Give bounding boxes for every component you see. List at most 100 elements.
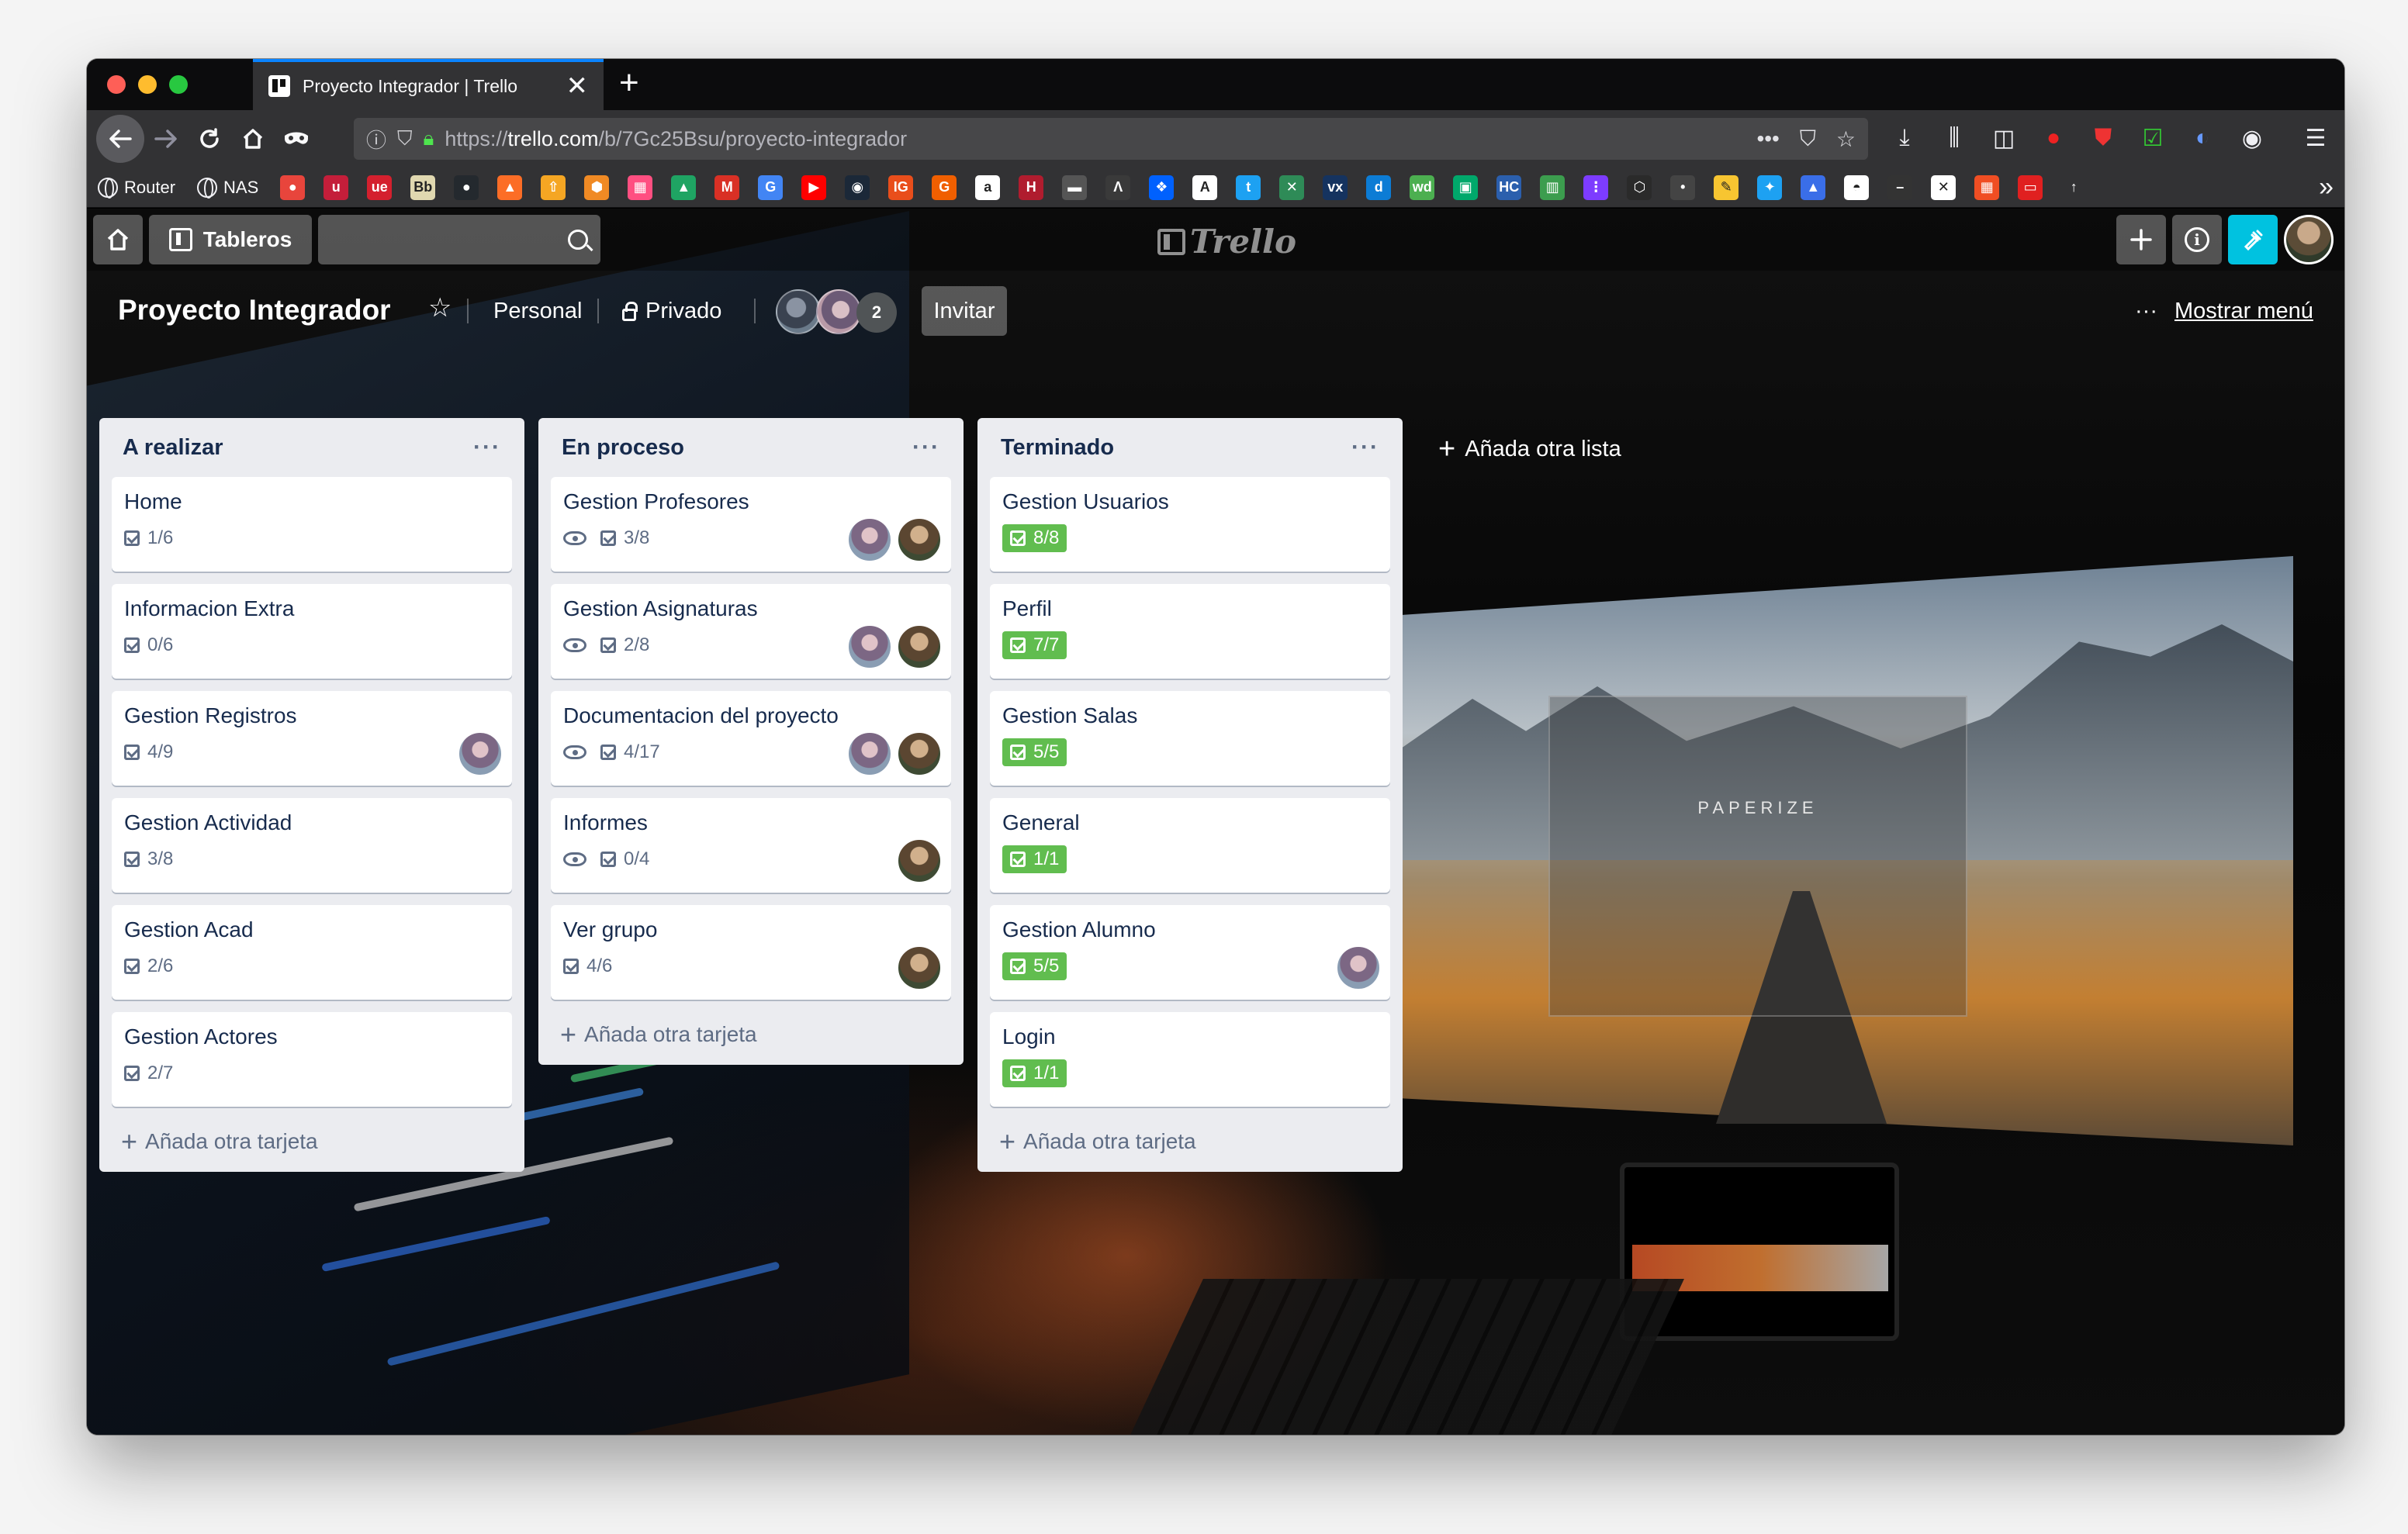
- add-card-button[interactable]: + Añada otra tarjeta: [990, 1119, 1390, 1164]
- add-card-button[interactable]: + Añada otra tarjeta: [551, 1012, 951, 1057]
- vx-icon[interactable]: vx: [1323, 174, 1348, 200]
- arrow-up-icon[interactable]: ↑: [2061, 174, 2087, 200]
- board-member-avatar[interactable]: [816, 289, 861, 334]
- member-avatar[interactable]: [458, 731, 503, 776]
- extension-badge-icon[interactable]: ●: [2036, 116, 2071, 160]
- chart-icon[interactable]: ▥: [1540, 174, 1566, 200]
- github-icon[interactable]: ●: [454, 174, 479, 200]
- member-avatar[interactable]: [897, 731, 942, 776]
- trello-home-button[interactable]: [93, 215, 143, 264]
- drop-icon[interactable]: ▲: [1801, 174, 1826, 200]
- notifications-button[interactable]: [2228, 215, 2278, 264]
- wd-icon[interactable]: wd: [1410, 174, 1435, 200]
- list-column[interactable]: En proceso ··· Gestion Profesores 3/8 Gestio…: [538, 418, 964, 1065]
- invite-button[interactable]: Invitar: [922, 286, 1007, 336]
- card[interactable]: Informes 0/4: [551, 798, 951, 893]
- boards-button[interactable]: Tableros: [149, 215, 312, 264]
- list-title[interactable]: Terminado: [1001, 435, 1114, 461]
- account-icon[interactable]: ◉: [2234, 116, 2270, 160]
- minimize-window-button[interactable]: [138, 75, 157, 94]
- ue-icon[interactable]: ue: [367, 174, 393, 200]
- url-bar[interactable]: ⓘ ⛉ 🔒︎ https://trello.com/b/7Gc25Bsu/pro…: [354, 118, 1868, 160]
- ublock-icon[interactable]: ⛊: [2085, 116, 2121, 160]
- member-avatar[interactable]: [847, 731, 892, 776]
- info-button[interactable]: i: [2172, 215, 2222, 264]
- card[interactable]: Gestion Usuarios 8/8: [990, 477, 1390, 572]
- add-card-button[interactable]: + Añada otra tarjeta: [112, 1119, 512, 1164]
- member-avatar[interactable]: [847, 624, 892, 669]
- checkmark-extension-icon[interactable]: ☑: [2135, 116, 2171, 160]
- hex-icon[interactable]: ⬢: [584, 174, 610, 200]
- tracking-shield-icon[interactable]: ⛉: [397, 126, 413, 151]
- back-button[interactable]: [96, 115, 144, 163]
- youtube-icon[interactable]: ▶: [801, 174, 827, 200]
- u-icon[interactable]: u: [323, 174, 349, 200]
- bookmark-nas[interactable]: NAS: [197, 177, 258, 199]
- list-column[interactable]: A realizar ··· Home 1/6 Informacion Extra 0/6…: [99, 418, 524, 1172]
- translate-icon[interactable]: G: [758, 174, 784, 200]
- g2a-icon[interactable]: G: [932, 174, 957, 200]
- browser-tab-trello[interactable]: Proyecto Integrador | Trello ✕: [253, 59, 604, 110]
- list-title[interactable]: A realizar: [123, 435, 223, 461]
- list-menu-icon[interactable]: ···: [912, 434, 940, 461]
- drive-icon[interactable]: ▲: [671, 174, 697, 200]
- page-actions-icon[interactable]: •••: [1756, 126, 1779, 152]
- private-mask-button[interactable]: [275, 117, 318, 161]
- card[interactable]: Gestion Actividad 3/8: [112, 798, 512, 893]
- board-title[interactable]: Proyecto Integrador: [118, 294, 391, 326]
- member-avatar[interactable]: [847, 517, 892, 562]
- sidebar-icon[interactable]: ◫: [1986, 116, 2022, 160]
- card[interactable]: Gestion Salas 5/5: [990, 691, 1390, 786]
- ghost-icon[interactable]: ◓: [1844, 174, 1870, 200]
- ig-icon[interactable]: IG: [888, 174, 914, 200]
- swirl-extension-icon[interactable]: ◐: [2185, 116, 2220, 160]
- gitlab-icon[interactable]: ▲: [497, 174, 523, 200]
- member-avatar[interactable]: [897, 517, 942, 562]
- chrome-icon[interactable]: ●: [280, 174, 306, 200]
- amazon-icon[interactable]: a: [975, 174, 1001, 200]
- qr-icon[interactable]: ▣: [1453, 174, 1479, 200]
- hex2-icon[interactable]: ⬡: [1627, 174, 1652, 200]
- close-window-button[interactable]: [107, 75, 126, 94]
- grid-icon[interactable]: ▦: [628, 174, 653, 200]
- site-info-icon[interactable]: ⓘ: [366, 125, 386, 154]
- dropbox-icon[interactable]: ❖: [1149, 174, 1175, 200]
- lambda-icon[interactable]: Λ: [1105, 174, 1131, 200]
- card[interactable]: Home 1/6: [112, 477, 512, 572]
- home-button[interactable]: [231, 117, 275, 161]
- note-icon[interactable]: ✎: [1714, 174, 1739, 200]
- url-text[interactable]: https://trello.com/b/7Gc25Bsu/proyecto-i…: [445, 127, 1745, 151]
- list-column[interactable]: Terminado ··· Gestion Usuarios 8/8 Perfil 7/7…: [977, 418, 1403, 1172]
- card[interactable]: Ver grupo 4/6: [551, 905, 951, 1000]
- board-member-avatar[interactable]: [776, 289, 821, 334]
- close-bookmark-icon[interactable]: ✕: [1931, 174, 1956, 200]
- team-button[interactable]: Personal: [493, 299, 582, 324]
- member-avatar[interactable]: [897, 838, 942, 883]
- card[interactable]: Gestion Asignaturas 2/8: [551, 584, 951, 679]
- visibility-button[interactable]: Privado: [622, 299, 721, 324]
- member-avatar[interactable]: [897, 624, 942, 669]
- card[interactable]: Informacion Extra 0/6: [112, 584, 512, 679]
- star-board-icon[interactable]: ☆: [428, 292, 452, 323]
- bookmarks-overflow-button[interactable]: »: [2319, 172, 2334, 202]
- card[interactable]: Login 1/1: [990, 1012, 1390, 1107]
- secure-lock-icon[interactable]: 🔒︎: [424, 126, 434, 151]
- user-avatar[interactable]: [2284, 215, 2334, 264]
- dot-icon[interactable]: •: [1670, 174, 1696, 200]
- list-title[interactable]: En proceso: [562, 435, 684, 461]
- x-icon[interactable]: ✕: [1279, 174, 1305, 200]
- bookmark-router[interactable]: Router: [98, 177, 175, 199]
- t-icon[interactable]: t: [1236, 174, 1261, 200]
- add-list-button[interactable]: + Añada otra lista: [1438, 424, 1621, 474]
- list-menu-icon[interactable]: ···: [473, 434, 501, 461]
- gmail-icon[interactable]: M: [714, 174, 740, 200]
- h-icon[interactable]: H: [1019, 174, 1044, 200]
- palette-icon[interactable]: ▦: [1974, 174, 2000, 200]
- card[interactable]: Perfil 7/7: [990, 584, 1390, 679]
- member-avatar[interactable]: [897, 945, 942, 990]
- hcc-icon[interactable]: HC: [1496, 174, 1522, 200]
- pocket-icon[interactable]: ⛉: [1800, 126, 1816, 152]
- forward-button[interactable]: [144, 117, 188, 161]
- downloads-icon[interactable]: ⤓: [1887, 116, 1922, 160]
- d-icon[interactable]: d: [1366, 174, 1392, 200]
